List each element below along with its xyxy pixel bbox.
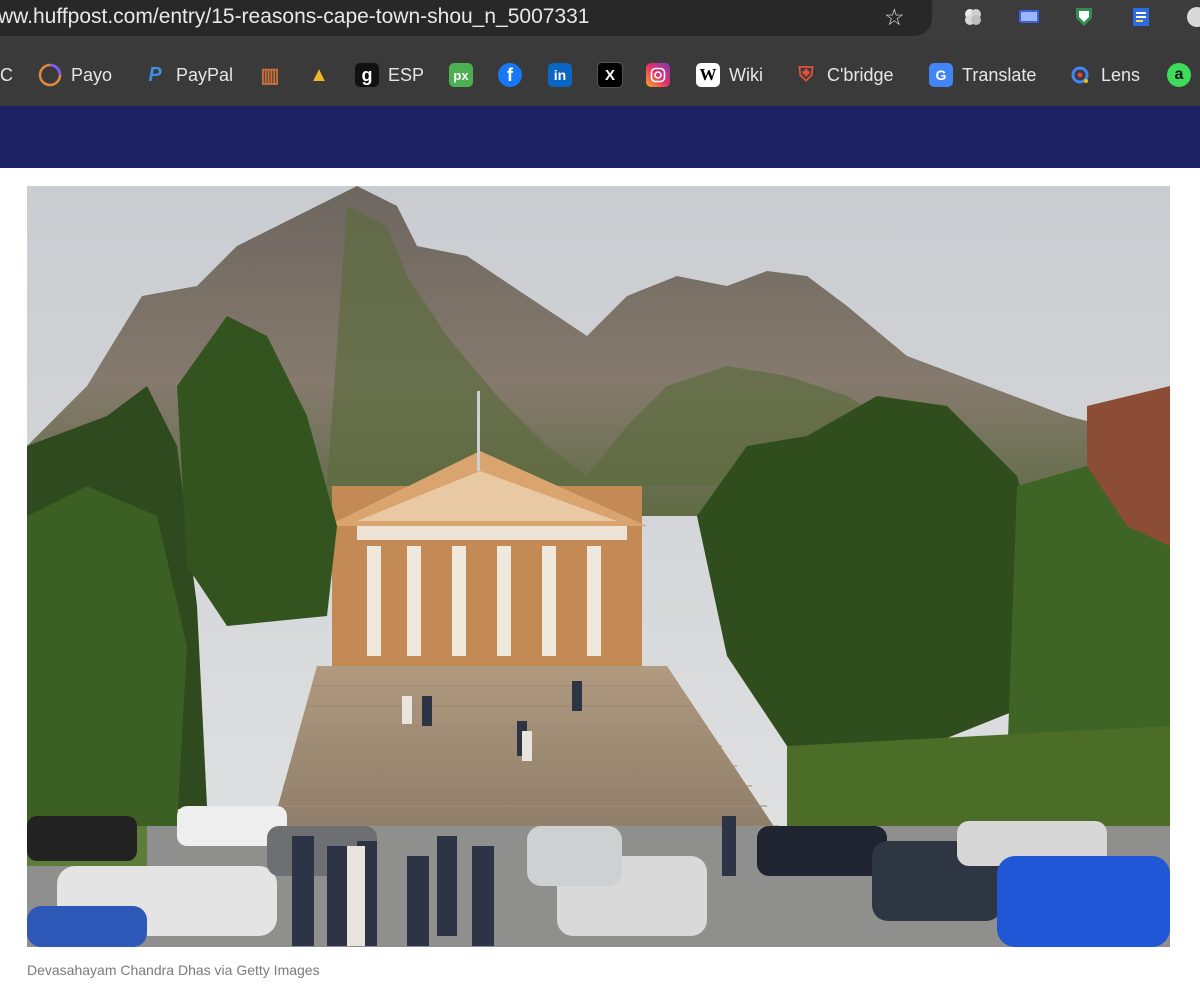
bookmark-x[interactable]: X [597, 62, 632, 88]
bookmark-paypal[interactable]: P PayPal [143, 62, 233, 88]
wikipedia-icon: W [696, 63, 720, 87]
bookmark-lens[interactable]: Lens [1068, 62, 1140, 88]
bookmark-instagram[interactable] [646, 62, 679, 88]
facebook-icon: f [498, 63, 522, 87]
extension-doc-icon[interactable] [1130, 6, 1152, 28]
triangle-icon: ▲ [309, 63, 329, 86]
extension-shield-icon[interactable] [1073, 6, 1095, 28]
bookmark-label: Lens [1101, 64, 1141, 85]
bookmark-triangle[interactable]: ▲ [307, 62, 340, 88]
bookmark-label: C [0, 64, 13, 85]
lens-icon [1068, 63, 1092, 87]
bookmark-label: Payo [71, 64, 113, 85]
bookmark-esp[interactable]: g ESP [355, 62, 424, 88]
x-icon: X [597, 62, 623, 88]
browser-toolbar: ww.huffpost.com/entry/15-reasons-cape-to… [0, 0, 1200, 42]
bookmark-translate[interactable]: G Translate [929, 62, 1036, 88]
bookmark-label: ESP [388, 64, 425, 85]
bookmark-cut-off[interactable]: C [0, 62, 13, 88]
a-letter-icon: a [1167, 63, 1191, 87]
extension-flower-icon[interactable] [962, 6, 984, 28]
address-bar[interactable]: ww.huffpost.com/entry/15-reasons-cape-to… [0, 0, 932, 36]
grid-icon: ▥ [260, 64, 280, 87]
url-text[interactable]: ww.huffpost.com/entry/15-reasons-cape-to… [0, 5, 589, 29]
bookmark-facebook[interactable]: f [498, 62, 531, 88]
g-letter-icon: g [355, 63, 379, 87]
article-photo [27, 186, 1170, 947]
bookmark-payo[interactable]: Payo [38, 62, 112, 88]
bookmarks-bar: C Payo P PayPal ▥ ▲ g ESP px f in X W Wi… [0, 42, 1200, 106]
bookmark-label: C'bridge [827, 64, 894, 85]
site-header [0, 106, 1200, 168]
bookmark-label: PayPal [176, 64, 234, 85]
bookmark-px[interactable]: px [449, 62, 482, 88]
ring-icon [38, 63, 62, 87]
bookmark-cbridge[interactable]: ⛨ C'bridge [794, 62, 894, 88]
bookmark-a[interactable]: a [1167, 62, 1200, 88]
bookmark-grid[interactable]: ▥ [258, 62, 291, 88]
bookmark-label: Wiki [729, 64, 763, 85]
linkedin-icon: in [548, 63, 572, 87]
bookmark-wiki[interactable]: W Wiki [696, 62, 763, 88]
bookmark-star-icon[interactable]: ☆ [884, 4, 905, 31]
extension-window-icon[interactable] [1018, 6, 1040, 28]
image-caption: Devasahayam Chandra Dhas via Getty Image… [27, 962, 320, 978]
paypal-icon: P [148, 63, 162, 86]
translate-icon: G [929, 63, 953, 87]
crest-icon: ⛨ [798, 63, 814, 86]
bookmark-linkedin[interactable]: in [548, 62, 581, 88]
profile-avatar-icon[interactable] [1186, 6, 1200, 28]
bookmark-label: Translate [962, 64, 1037, 85]
instagram-icon [646, 63, 670, 87]
campus-photo-illustration [27, 186, 1170, 947]
px-icon: px [449, 63, 473, 87]
